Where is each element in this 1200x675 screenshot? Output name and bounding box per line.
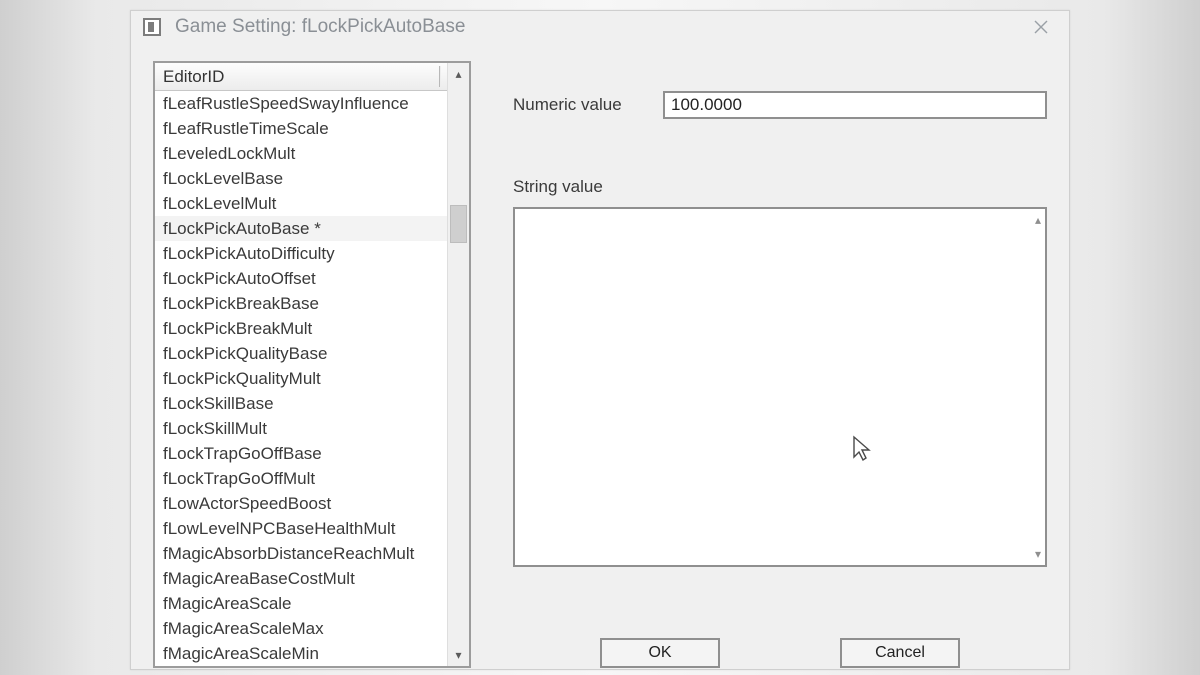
list-item[interactable]: fMagicAreaBaseCostMult — [155, 566, 447, 591]
dialog-button-row: OK Cancel — [513, 638, 1047, 668]
editor-id-listbox[interactable]: EditorID fLeafRustleSpeedSwayInfluencefL… — [153, 61, 471, 668]
close-button[interactable] — [1019, 11, 1063, 43]
column-header-label: EditorID — [163, 67, 224, 87]
list-item[interactable]: fLockLevelMult — [155, 191, 447, 216]
editor-id-list-panel: EditorID fLeafRustleSpeedSwayInfluencefL… — [153, 61, 471, 668]
list-item[interactable]: fLeafRustleSpeedSwayInfluence — [155, 91, 447, 116]
scroll-up-arrow-icon[interactable]: ▴ — [448, 63, 469, 85]
numeric-value-label: Numeric value — [513, 95, 641, 115]
list-item[interactable]: fLockPickBreakBase — [155, 291, 447, 316]
list-item[interactable]: fLockPickQualityBase — [155, 341, 447, 366]
list-item[interactable]: fMagicAreaScale — [155, 591, 447, 616]
list-item[interactable]: fLockSkillBase — [155, 391, 447, 416]
list-item[interactable]: fLockSkillMult — [155, 416, 447, 441]
list-item[interactable]: fLockPickAutoDifficulty — [155, 241, 447, 266]
dialog-window: Game Setting: fLockPickAutoBase EditorID — [130, 10, 1070, 670]
window-title: Game Setting: fLockPickAutoBase — [175, 16, 1019, 38]
ok-button[interactable]: OK — [600, 638, 720, 668]
scroll-thumb[interactable] — [450, 205, 467, 243]
list-item[interactable]: fLowActorSpeedBoost — [155, 491, 447, 516]
list-item[interactable]: fLeafRustleTimeScale — [155, 116, 447, 141]
list-item[interactable]: fMagicAbsorbDistanceReachMult — [155, 541, 447, 566]
desktop-backdrop: Game Setting: fLockPickAutoBase EditorID — [0, 0, 1200, 675]
numeric-value-input[interactable] — [663, 91, 1047, 119]
textarea-scroll-down-icon[interactable]: ▾ — [1035, 547, 1041, 561]
cancel-button[interactable]: Cancel — [840, 638, 960, 668]
list-item[interactable]: fLockPickQualityMult — [155, 366, 447, 391]
dialog-client-area: EditorID fLeafRustleSpeedSwayInfluencefL… — [131, 43, 1069, 675]
string-value-textarea[interactable]: ▴ ▾ — [513, 207, 1047, 567]
value-panel: Numeric value String value ▴ ▾ OK Cancel — [513, 61, 1047, 668]
title-bar[interactable]: Game Setting: fLockPickAutoBase — [131, 11, 1069, 43]
list-item[interactable]: fLockLevelBase — [155, 166, 447, 191]
list-item[interactable]: fLeveledLockMult — [155, 141, 447, 166]
list-item[interactable]: fMagicAreaScaleMax — [155, 616, 447, 641]
numeric-value-row: Numeric value — [513, 91, 1047, 119]
list-item[interactable]: fLockTrapGoOffBase — [155, 441, 447, 466]
list-item[interactable]: fLockTrapGoOffMult — [155, 466, 447, 491]
scroll-down-arrow-icon[interactable]: ▾ — [448, 644, 469, 666]
column-resize-handle[interactable] — [439, 66, 441, 87]
list-item[interactable]: fMagicAreaScaleMin — [155, 641, 447, 666]
textarea-scroll-up-icon[interactable]: ▴ — [1035, 213, 1041, 227]
string-value-label: String value — [513, 177, 1047, 197]
list-item[interactable]: fLockPickAutoOffset — [155, 266, 447, 291]
list-scrollbar[interactable]: ▴ ▾ — [447, 63, 469, 666]
close-icon — [1033, 19, 1049, 35]
scroll-track[interactable] — [448, 85, 469, 644]
app-icon — [143, 18, 161, 36]
editor-id-items: fLeafRustleSpeedSwayInfluencefLeafRustle… — [155, 91, 447, 666]
column-header-editorid[interactable]: EditorID — [155, 63, 447, 91]
list-item[interactable]: fLockPickAutoBase * — [155, 216, 447, 241]
list-item[interactable]: fLockPickBreakMult — [155, 316, 447, 341]
string-value-section: String value ▴ ▾ — [513, 177, 1047, 622]
list-item[interactable]: fLowLevelNPCBaseHealthMult — [155, 516, 447, 541]
